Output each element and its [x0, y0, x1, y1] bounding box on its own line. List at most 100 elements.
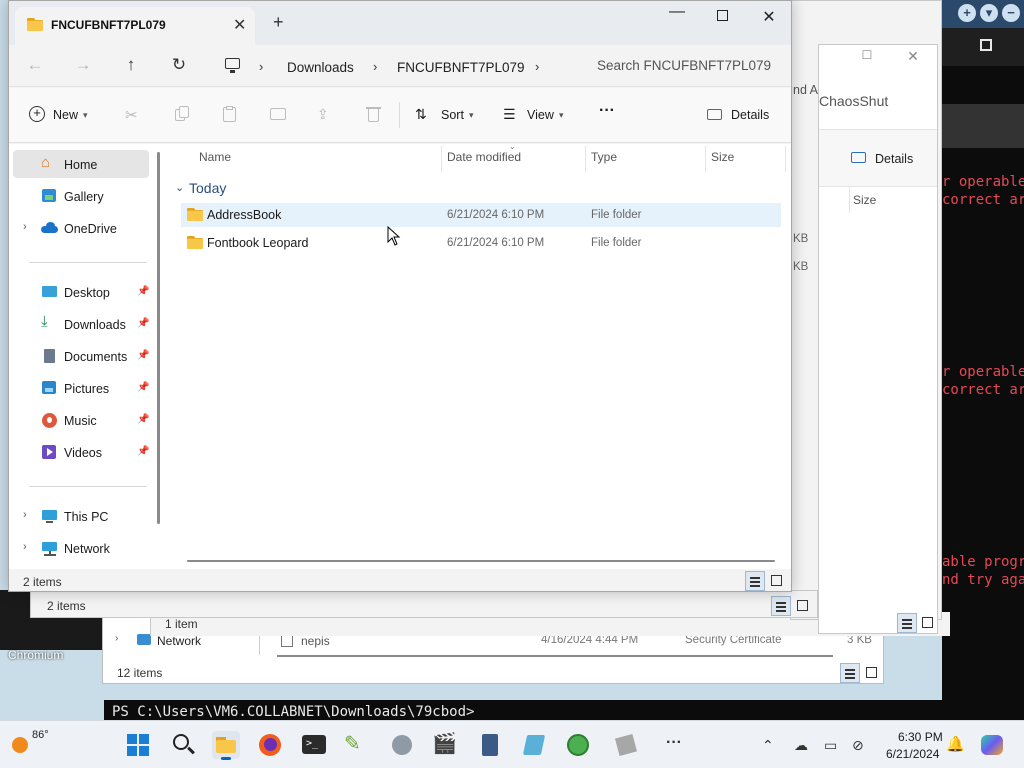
clock-time[interactable]: 6:30 PM: [898, 730, 943, 744]
background-terminal-window[interactable]: + ▾ − r operable correct ar r operable c…: [942, 0, 1024, 720]
details-pane-button[interactable]: Details: [875, 152, 913, 166]
tab-fncufbnft7pl079[interactable]: FNCUFBNFT7PL079 ✕: [15, 7, 255, 45]
refresh-icon[interactable]: ↻: [167, 55, 191, 77]
details-view-button[interactable]: [897, 613, 917, 633]
column-header-date-modified[interactable]: Date modified: [447, 150, 521, 164]
tiles-view-button[interactable]: [767, 571, 787, 591]
file-explorer-window[interactable]: FNCUFBNFT7PL079 ✕ + — ✕ ← → ↑ ↻ › Downlo…: [8, 0, 792, 592]
pin-icon[interactable]: 📌: [137, 318, 149, 329]
more-options-icon[interactable]: ···: [599, 102, 615, 122]
pin-icon[interactable]: 📌: [137, 350, 149, 361]
column-divider[interactable]: [785, 146, 786, 172]
terminal-icon[interactable]: >_: [300, 731, 328, 759]
details-view-button[interactable]: [745, 571, 765, 591]
back-arrow-icon[interactable]: ←: [23, 55, 47, 77]
new-tab-icon[interactable]: +: [273, 13, 284, 31]
nav-item-desktop[interactable]: Desktop 📌: [13, 278, 149, 306]
minus-icon[interactable]: −: [1002, 4, 1020, 22]
globe-icon[interactable]: [564, 731, 592, 759]
up-arrow-icon[interactable]: ↑: [119, 55, 143, 77]
chevron-down-icon[interactable]: ⌄: [175, 181, 184, 194]
view-button[interactable]: ☰ View ▾: [503, 106, 569, 126]
maximize-button[interactable]: ☐: [853, 48, 881, 70]
tiles-view-button[interactable]: [862, 663, 882, 683]
chevron-up-icon[interactable]: ⌃: [762, 731, 790, 759]
new-button[interactable]: + New ▾: [29, 106, 95, 126]
desktop-icon-label[interactable]: Chromium: [8, 648, 63, 662]
pin-icon[interactable]: 📌: [137, 446, 149, 457]
chevron-right-icon[interactable]: ›: [535, 59, 539, 74]
file-name[interactable]: nepis: [301, 634, 330, 648]
column-header-name[interactable]: Name: [199, 150, 231, 164]
paint-brush-icon[interactable]: ✎: [344, 731, 372, 759]
tiles-view-button[interactable]: [793, 596, 813, 616]
column-divider[interactable]: [441, 146, 442, 172]
table-row[interactable]: AddressBook 6/21/2024 6:10 PM File folde…: [181, 203, 781, 227]
archive-app-icon[interactable]: [612, 731, 640, 759]
expand-chevron-icon[interactable]: ›: [23, 509, 27, 521]
nav-item-home[interactable]: ⌂ Home: [13, 150, 149, 178]
pin-icon[interactable]: 📌: [137, 414, 149, 425]
tiles-view-button[interactable]: [918, 613, 938, 633]
search-icon[interactable]: [170, 731, 198, 759]
file-list[interactable]: Name Date modified ⌄ Type Size ⌄ Today A…: [165, 142, 791, 569]
notes-icon[interactable]: [520, 731, 548, 759]
clock-date[interactable]: 6/21/2024: [886, 747, 939, 761]
chevron-right-icon[interactable]: ›: [259, 59, 263, 74]
search-input[interactable]: Search FNCUFBNFT7PL079: [583, 51, 783, 81]
group-header-today[interactable]: Today: [189, 180, 226, 196]
chevron-right-icon[interactable]: ›: [373, 59, 377, 74]
notification-bell-icon[interactable]: 🔔: [946, 731, 974, 759]
dropdown-icon[interactable]: ▾: [980, 4, 998, 22]
close-tab-icon[interactable]: ✕: [233, 15, 246, 35]
table-row[interactable]: Fontbook Leopard 6/21/2024 6:10 PM File …: [181, 231, 781, 255]
close-window-button[interactable]: ✕: [747, 7, 791, 29]
nav-scrollbar[interactable]: [157, 152, 160, 524]
nav-item-videos[interactable]: Videos 📌: [13, 438, 149, 466]
nav-item-pictures[interactable]: Pictures 📌: [13, 374, 149, 402]
column-header-size[interactable]: Size: [853, 193, 876, 207]
cut-icon[interactable]: ✂: [125, 106, 138, 126]
share-icon[interactable]: ⇪: [317, 106, 329, 126]
more-apps-icon[interactable]: ···: [660, 731, 688, 759]
nav-item-network[interactable]: › Network: [13, 534, 149, 562]
close-button[interactable]: ✕: [899, 48, 927, 70]
nav-item-documents[interactable]: Documents 📌: [13, 342, 149, 370]
start-windows-icon[interactable]: [124, 731, 152, 759]
background-window-chaosshut[interactable]: ☐ ✕ ChaosShut Details Size: [818, 44, 938, 634]
sort-button[interactable]: ⇅ Sort ▾: [415, 106, 479, 126]
horizontal-scrollbar[interactable]: [277, 655, 833, 657]
expand-chevron-icon[interactable]: ›: [23, 221, 27, 233]
expand-chevron-icon[interactable]: ›: [23, 541, 27, 553]
expand-chevron-icon[interactable]: ›: [115, 633, 118, 644]
clapperboard-icon[interactable]: 🎬: [432, 731, 460, 759]
audio-app-icon[interactable]: [388, 731, 416, 759]
horizontal-scrollbar[interactable]: [187, 560, 775, 562]
forward-arrow-icon[interactable]: →: [71, 55, 95, 77]
pin-icon[interactable]: 📌: [137, 382, 149, 393]
pin-icon[interactable]: 📌: [137, 286, 149, 297]
breadcrumb-current-folder[interactable]: FNCUFBNFT7PL079: [397, 60, 525, 75]
navigation-pane[interactable]: ⌂ Home Gallery › OneDrive Desktop 📌 ⤓ Do…: [9, 144, 160, 569]
column-divider[interactable]: [585, 146, 586, 172]
add-icon[interactable]: +: [958, 4, 976, 22]
file-explorer-taskbar-icon[interactable]: [212, 731, 240, 760]
column-header-size[interactable]: Size: [711, 150, 734, 164]
maximize-icon[interactable]: [980, 39, 992, 51]
book-icon[interactable]: [476, 731, 504, 759]
column-header-type[interactable]: Type: [591, 150, 617, 164]
firefox-icon[interactable]: [256, 731, 284, 759]
cloud-offline-icon[interactable]: ☁: [794, 731, 822, 759]
copilot-icon[interactable]: [978, 731, 1006, 759]
minimize-button[interactable]: —: [655, 3, 699, 25]
weather-temperature[interactable]: 86°: [32, 729, 49, 741]
network-status-icon[interactable]: ⊘: [852, 731, 880, 759]
column-divider[interactable]: [705, 146, 706, 172]
nav-item-this-pc[interactable]: › This PC: [13, 502, 149, 530]
details-view-button[interactable]: [771, 596, 791, 616]
nav-item-gallery[interactable]: Gallery: [13, 182, 149, 210]
maximize-button[interactable]: [701, 7, 745, 29]
display-icon[interactable]: ▭: [824, 731, 852, 759]
breadcrumb-downloads[interactable]: Downloads: [287, 60, 354, 75]
details-view-button[interactable]: [840, 663, 860, 683]
